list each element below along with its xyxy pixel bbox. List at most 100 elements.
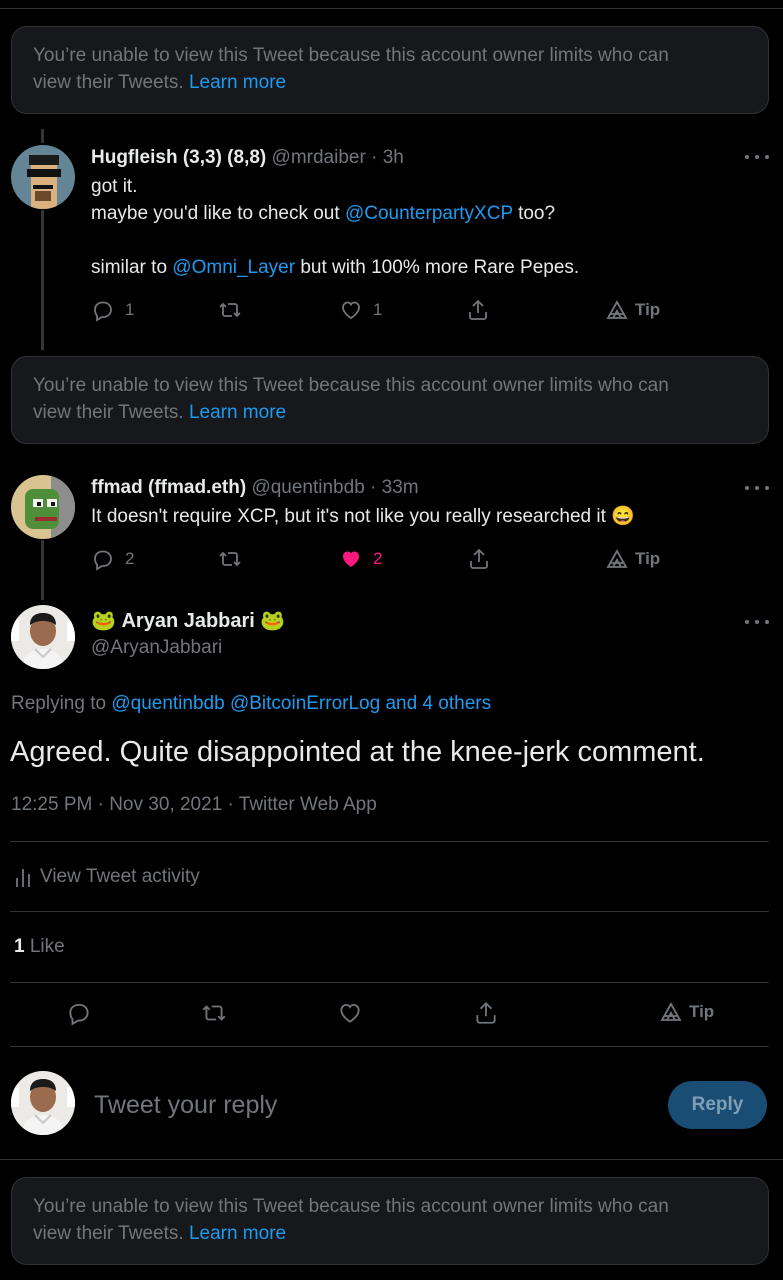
view-tweet-activity[interactable]: View Tweet activity	[14, 863, 200, 890]
notice-line-2: view their Tweets.	[33, 1223, 184, 1244]
retweet-icon	[219, 551, 241, 567]
avatar[interactable]	[11, 145, 75, 209]
replying-prefix: Replying to	[11, 693, 107, 714]
restricted-tweet-notice: You’re unable to view this Tweet because…	[11, 26, 769, 114]
main-tweet-text: Agreed. Quite disappointed at the knee-j…	[10, 736, 705, 768]
mention-link[interactable]: @Omni_Layer	[172, 257, 295, 278]
reply-action[interactable]: 2	[91, 547, 134, 571]
tweet-text: got it. maybe you'd like to check out @C…	[91, 173, 579, 281]
avatar[interactable]	[11, 605, 75, 669]
text-fragment: maybe you'd like to check out	[91, 203, 340, 224]
composer-avatar[interactable]	[11, 1071, 75, 1135]
tip-icon	[606, 549, 628, 568]
notice-line-2: view their Tweets.	[33, 402, 184, 423]
likes-label: Like	[29, 936, 65, 957]
tip-label: Tip	[635, 300, 661, 319]
retweet-action[interactable]	[201, 1000, 227, 1026]
tweet-line: maybe you'd like to check out @Counterpa…	[91, 200, 579, 227]
reply-icon	[69, 1003, 89, 1026]
frog-emoji-icon: 🐸	[260, 610, 286, 632]
tip-icon	[606, 300, 628, 319]
thread-line	[41, 210, 44, 350]
divider	[0, 1159, 783, 1160]
tweet-header: Hugfleish (3,3) (8,8) @mrdaiber · 3h	[91, 146, 404, 170]
handle[interactable]: @AryanJabbari	[91, 637, 222, 658]
share-action[interactable]	[466, 298, 490, 322]
frog-emoji-icon: 🐸	[91, 610, 116, 632]
main-handle-row: @AryanJabbari	[91, 636, 222, 660]
display-name[interactable]: ffmad (ffmad.eth)	[91, 477, 246, 498]
learn-more-link[interactable]: Learn more	[189, 1223, 286, 1244]
retweet-icon	[219, 302, 241, 318]
restricted-tweet-notice: You’re unable to view this Tweet because…	[11, 1177, 769, 1265]
text-fragment: too?	[518, 203, 556, 224]
retweet-action[interactable]	[218, 547, 242, 571]
divider	[10, 982, 769, 983]
share-icon	[470, 548, 488, 569]
like-count: 2	[373, 549, 383, 568]
reply-count: 1	[125, 300, 135, 319]
reply-input[interactable]: Tweet your reply	[94, 1089, 277, 1121]
mention-link[interactable]: @CounterpartyXCP	[345, 203, 513, 224]
grinning-emoji-icon: 😄	[611, 506, 635, 527]
tip-action[interactable]: Tip	[659, 1000, 714, 1024]
like-count: 1	[373, 300, 383, 319]
learn-more-link[interactable]: Learn more	[189, 72, 286, 93]
tweet-line: got it.	[91, 176, 138, 197]
heart-icon	[340, 1003, 360, 1023]
reply-icon	[94, 301, 112, 322]
notice-line-1: You’re unable to view this Tweet because…	[33, 375, 669, 396]
more-options-icon[interactable]	[745, 616, 769, 628]
retweet-icon	[202, 1005, 226, 1021]
tweet-text: It doesn't require XCP, but it's not lik…	[91, 503, 635, 530]
tip-label: Tip	[635, 549, 661, 568]
notice-line-1: You’re unable to view this Tweet because…	[33, 1196, 669, 1217]
display-name: Aryan Jabbari	[121, 610, 255, 632]
analytics-icon	[16, 868, 30, 887]
tip-action[interactable]: Tip	[605, 547, 660, 571]
top-divider	[0, 8, 783, 9]
view-activity-label: View Tweet activity	[40, 866, 200, 887]
text-fragment: similar to	[91, 257, 168, 278]
like-action[interactable]: 1	[339, 298, 382, 322]
tweet-actions: 2 2 Tip	[91, 547, 691, 575]
likes-summary[interactable]: 1 Like	[14, 933, 65, 960]
tweet-timestamp-source[interactable]: 12:25 PM · Nov 30, 2021 · Twitter Web Ap…	[11, 794, 377, 815]
display-name[interactable]: Hugfleish (3,3) (8,8)	[91, 147, 266, 168]
tweet-line: It doesn't require XCP, but it's not lik…	[91, 506, 606, 527]
handle[interactable]: @quentinbdb	[251, 477, 364, 498]
main-tweet-author[interactable]: 🐸 Aryan Jabbari 🐸	[91, 609, 285, 633]
learn-more-link[interactable]: Learn more	[189, 402, 286, 423]
thread-line	[41, 540, 44, 600]
timestamp[interactable]: 33m	[382, 477, 419, 498]
handle[interactable]: @mrdaiber	[272, 147, 366, 168]
tip-action[interactable]: Tip	[605, 298, 660, 322]
reply-action[interactable]	[66, 1000, 92, 1026]
reply-icon	[94, 550, 112, 571]
separator: ·	[370, 477, 377, 498]
like-action[interactable]	[337, 1000, 363, 1026]
avatar[interactable]	[11, 475, 75, 539]
tip-icon	[660, 1002, 682, 1021]
tip-label: Tip	[689, 1002, 715, 1021]
tweet-header: ffmad (ffmad.eth) @quentinbdb · 33m	[91, 476, 419, 500]
timestamp[interactable]: 3h	[383, 147, 404, 168]
likes-count: 1	[14, 936, 25, 957]
more-options-icon[interactable]	[745, 151, 769, 163]
heart-icon	[342, 301, 360, 320]
reply-action[interactable]: 1	[91, 298, 134, 322]
share-action[interactable]	[467, 547, 491, 571]
replying-mentions[interactable]: @quentinbdb @BitcoinErrorLog and 4 other…	[111, 693, 491, 714]
share-action[interactable]	[473, 1000, 499, 1026]
like-action[interactable]: 2	[339, 547, 382, 571]
reply-count: 2	[125, 549, 135, 568]
reply-button[interactable]: Reply	[668, 1081, 767, 1129]
more-options-icon[interactable]	[745, 482, 769, 494]
thread-line	[41, 129, 44, 143]
share-icon	[469, 299, 487, 320]
retweet-action[interactable]	[218, 298, 242, 322]
tweet-line: similar to @Omni_Layer but with 100% mor…	[91, 254, 579, 281]
share-icon	[476, 1001, 496, 1024]
restricted-tweet-notice: You’re unable to view this Tweet because…	[11, 356, 769, 444]
main-tweet-actions: Tip	[66, 1000, 726, 1028]
